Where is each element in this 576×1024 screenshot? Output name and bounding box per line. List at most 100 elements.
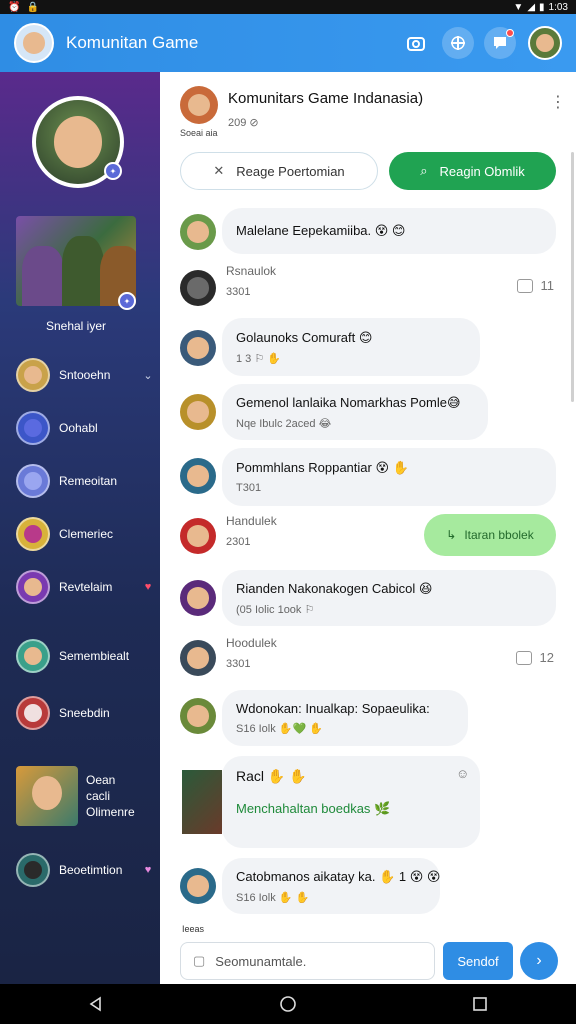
heart-icon: ♥	[144, 581, 152, 593]
avatar	[180, 868, 216, 904]
message-bubble: Gemenol lanlaika Nomarkhas Pomle😅 Nqe Ib…	[222, 384, 488, 440]
list-item[interactable]: Malelane Eepekamiiba. 😵 😊	[180, 208, 556, 256]
next-arrow-icon[interactable]: ›	[520, 942, 558, 980]
list-item[interactable]: Catobmanos aikatay ka. ✋ 1 😵 😵 S16 Iolk …	[180, 858, 556, 916]
chat-panel: Komunitars Game Indanasia) 209 ⊘ Soeai a…	[160, 72, 576, 984]
system-nav-bar	[0, 984, 576, 1024]
featured-thumbnail	[16, 766, 78, 826]
avatar	[180, 698, 216, 734]
sidebar-avatar	[16, 570, 50, 604]
list-item[interactable]: Rsnaulok 3301 11	[180, 264, 556, 312]
sidebar: ✦ ✦ Snehal iyer Sntooehn ⌄ Oohabl Remeoi…	[0, 72, 160, 984]
avatar	[180, 330, 216, 366]
more-options-icon[interactable]: ⋮	[550, 92, 566, 112]
banner-badge: ✦	[118, 292, 136, 310]
notification-dot	[506, 29, 514, 37]
send-button[interactable]: Sendof	[443, 942, 513, 980]
post-thumbnail[interactable]	[180, 768, 224, 836]
heart-icon: ♥	[144, 864, 152, 876]
list-item[interactable]: Wdonokan: Inualkap: Sopaeulika: S16 Iolk…	[180, 690, 556, 746]
avatar	[180, 458, 216, 494]
message-text: Hoodulek 3301	[226, 636, 277, 670]
game-banner[interactable]	[16, 216, 136, 306]
message-bubble: Catobmanos aikatay ka. ✋ 1 😵 😵 S16 Iolk …	[222, 858, 440, 914]
composer-label: Ieeas	[182, 924, 205, 934]
sidebar-avatar	[16, 411, 50, 445]
group-meta: 209 ⊘	[228, 117, 259, 129]
alarm-icon: ⏰	[8, 1, 21, 13]
avatar[interactable]	[14, 23, 54, 63]
message-bubble: Malelane Eepekamiiba. 😵 😊	[222, 208, 556, 254]
avatar	[180, 580, 216, 616]
message-bubble: Wdonokan: Inualkap: Sopaeulika: S16 Iolk…	[222, 690, 468, 746]
time-label: 1:03	[548, 1, 568, 13]
message-bubble: Rianden Nakonakogen Cabicol 😆 (05 Iolic …	[222, 570, 556, 626]
avatar	[180, 518, 216, 554]
group-name: Komunitars Game Indanasia)	[228, 90, 424, 107]
wifi-icon: ▼	[513, 1, 524, 13]
sidebar-item-4[interactable]: Clemeriec	[16, 516, 156, 552]
banner-label: Snehal iyer	[45, 319, 107, 333]
camera-icon[interactable]	[400, 27, 432, 59]
back-icon[interactable]	[76, 984, 116, 1024]
reply-icon: ↳	[446, 528, 457, 542]
chat-notification-icon[interactable]	[484, 27, 516, 59]
list-item[interactable]: Rianden Nakonakogen Cabicol 😆 (05 Iolic …	[180, 570, 556, 628]
scrollbar[interactable]	[571, 152, 574, 402]
reply-button[interactable]: ↳ Itaran bbolek	[424, 514, 556, 556]
list-item[interactable]: Hoodulek 3301 12	[180, 636, 556, 686]
avatar	[180, 394, 216, 430]
home-icon[interactable]	[268, 984, 308, 1024]
sidebar-item-1[interactable]: Sntooehn ⌄	[16, 357, 156, 393]
sidebar-item-8[interactable]: Beoetimtion ♥	[16, 852, 156, 888]
chevron-down-icon[interactable]: ⌄	[140, 369, 156, 382]
lock-icon: 🔒	[26, 1, 39, 13]
message-text: Rsnaulok 3301	[226, 264, 277, 298]
list-item[interactable]: Gemenol lanlaika Nomarkhas Pomle😅 Nqe Ib…	[180, 384, 556, 440]
sidebar-item-2[interactable]: Oohabl	[16, 410, 156, 446]
sidebar-avatar	[16, 639, 50, 673]
battery-icon: ▮	[539, 1, 545, 13]
count-badge: 11	[516, 278, 554, 293]
secondary-action-button[interactable]: ✕ Reage Poertomian	[180, 152, 378, 190]
sidebar-avatar	[16, 696, 50, 730]
image-icon	[515, 650, 532, 665]
sidebar-avatar	[16, 464, 50, 498]
app-bar: Komunitan Game	[0, 14, 576, 72]
list-item[interactable]: Golaunoks Comuraft 😊 1 3 ⚐ ✋	[180, 318, 556, 376]
sidebar-item-6[interactable]: Semembiealt	[16, 638, 156, 674]
message-bubble: Racl ✋ ✋ Menchahaltan boedkas 🌿	[222, 756, 480, 848]
status-bar: ⏰ 🔒 ▼ ◢ ▮ 1:03	[0, 0, 576, 14]
sidebar-item-3[interactable]: Remeoitan	[16, 463, 156, 499]
attach-icon[interactable]: ▢	[193, 953, 205, 969]
grid-icon[interactable]	[442, 27, 474, 59]
sidebar-item-featured[interactable]: Oean cacli Olimenre	[16, 764, 156, 828]
recents-icon[interactable]	[460, 984, 500, 1024]
sidebar-avatar	[16, 517, 50, 551]
sidebar-avatar	[16, 358, 50, 392]
emoji-react-icon[interactable]: ☺	[456, 766, 469, 781]
profile-avatar[interactable]	[528, 26, 562, 60]
count-badge: 12	[515, 650, 554, 665]
list-item[interactable]: Pommhlans Roppantiar 😵 ✋ T301	[180, 448, 556, 506]
message-bubble: Pommhlans Roppantiar 😵 ✋ T301	[222, 448, 556, 506]
message-bubble: Golaunoks Comuraft 😊 1 3 ⚐ ✋	[222, 318, 480, 376]
group-header: Komunitars Game Indanasia) 209 ⊘ Soeai a…	[180, 84, 566, 138]
message-text: Handulek 2301	[226, 514, 277, 548]
avatar	[180, 640, 216, 676]
list-item[interactable]: Racl ✋ ✋ Menchahaltan boedkas 🌿 ☺	[180, 756, 556, 848]
featured-label: Oean cacli Olimenre	[86, 773, 135, 819]
list-item[interactable]: Handulek 2301 ↳ Itaran bbolek	[180, 514, 556, 566]
primary-action-button[interactable]: ⌕ Reagin Obmlik	[389, 152, 556, 190]
message-input[interactable]: ▢ Seomunamtale.	[180, 942, 435, 980]
search-icon: ⌕	[420, 163, 428, 178]
composer: ▢ Seomunamtale. Sendof ›	[180, 942, 558, 982]
sidebar-item-7[interactable]: Sneebdin	[16, 695, 156, 731]
signal-icon: ◢	[527, 1, 536, 13]
app-title: Komunitan Game	[66, 33, 199, 52]
group-sub: Soeai aia	[180, 128, 218, 138]
avatar	[180, 270, 216, 306]
group-avatar[interactable]	[180, 86, 218, 124]
avatar	[180, 214, 216, 250]
sidebar-item-5[interactable]: Revtelaim ♥	[16, 569, 156, 605]
